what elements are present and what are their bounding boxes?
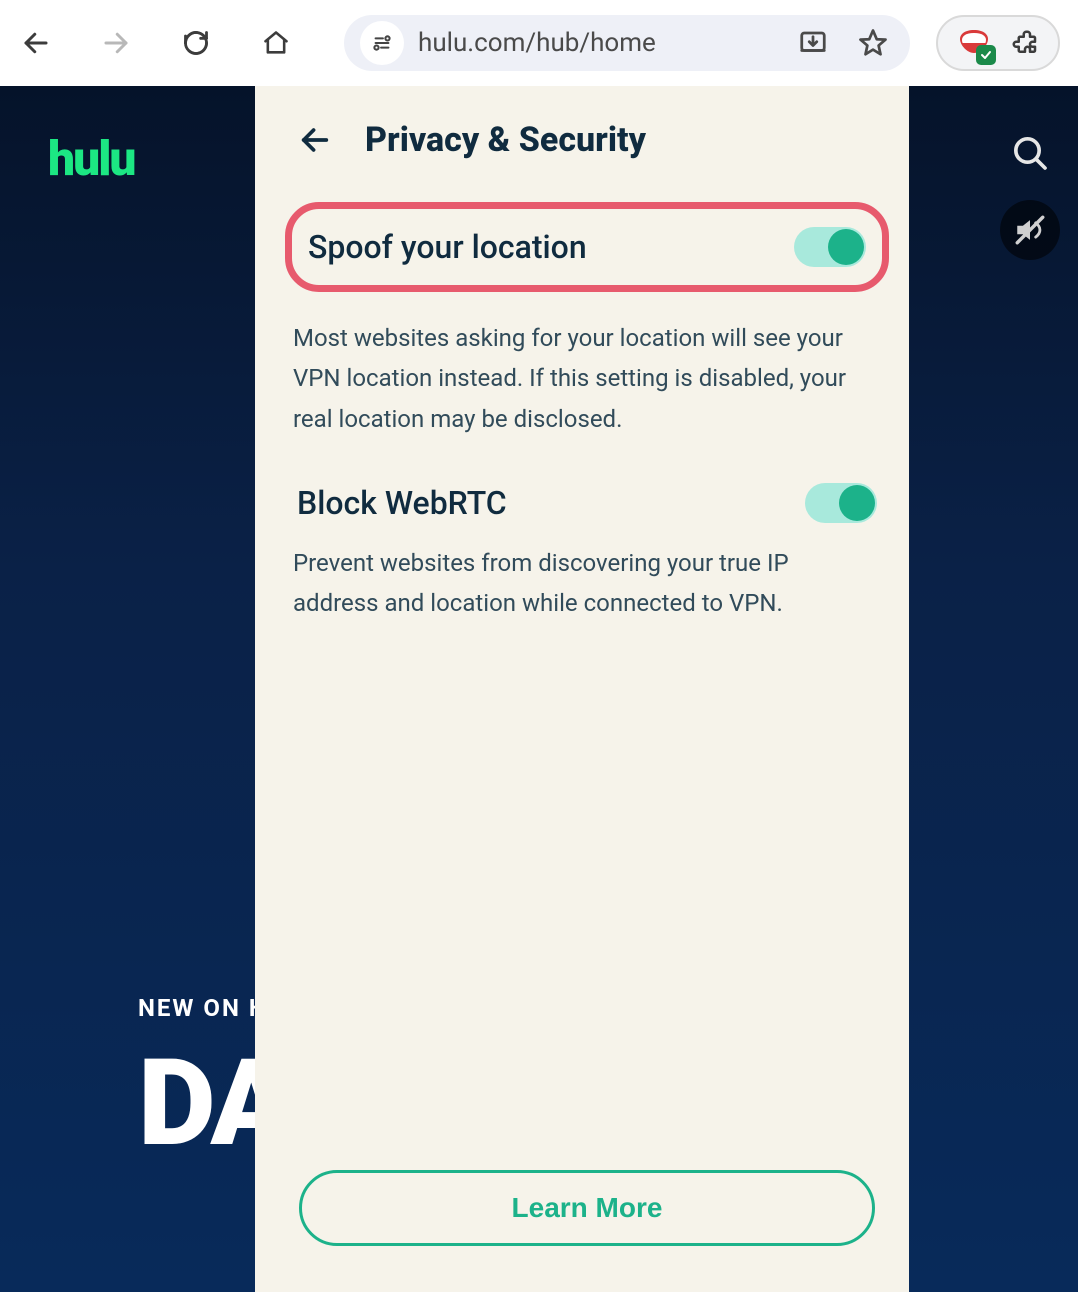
nav-button-group <box>18 25 294 61</box>
learn-more-button[interactable]: Learn More <box>299 1170 875 1246</box>
popup-title: Privacy & Security <box>365 120 646 160</box>
vpn-extension-popup: Privacy & Security Spoof your location M… <box>255 86 909 1292</box>
spoof-location-description: Most websites asking for your location w… <box>293 318 853 439</box>
block-webrtc-description: Prevent websites from discovering your t… <box>293 543 853 624</box>
toggle-knob <box>839 485 875 521</box>
popup-back-button[interactable] <box>295 120 335 160</box>
home-button[interactable] <box>258 25 294 61</box>
reload-button[interactable] <box>178 25 214 61</box>
block-webrtc-row: Block WebRTC <box>293 475 881 531</box>
popup-header: Privacy & Security <box>285 120 889 160</box>
page-body: hulu NEW ON H DA Privacy & Security Spoo… <box>0 86 1078 1292</box>
mute-icon[interactable] <box>1000 200 1060 260</box>
hero-eyebrow: NEW ON H <box>138 994 268 1022</box>
address-bar[interactable]: hulu.com/hub/home <box>344 15 910 71</box>
search-icon[interactable] <box>1003 126 1057 180</box>
spoof-location-block: Most websites asking for your location w… <box>293 306 881 439</box>
vpn-extension-icon[interactable] <box>956 25 992 61</box>
block-webrtc-toggle[interactable] <box>805 483 877 523</box>
hulu-logo[interactable]: hulu <box>48 130 134 187</box>
extensions-group <box>936 15 1060 71</box>
extensions-puzzle-icon[interactable] <box>1010 28 1040 58</box>
vpn-connected-badge-icon <box>976 45 996 65</box>
back-button[interactable] <box>18 25 54 61</box>
bookmark-star-icon[interactable] <box>858 28 888 58</box>
url-text: hulu.com/hub/home <box>418 28 784 58</box>
site-info-icon[interactable] <box>360 21 404 65</box>
browser-toolbar: hulu.com/hub/home <box>0 0 1078 86</box>
spoof-location-row: Spoof your location <box>308 227 866 267</box>
url-actions <box>798 28 894 58</box>
block-webrtc-label: Block WebRTC <box>297 484 507 522</box>
install-app-icon[interactable] <box>798 28 828 58</box>
page-top-right <box>1000 126 1060 260</box>
block-webrtc-block: Block WebRTC Prevent websites from disco… <box>293 475 881 624</box>
forward-button[interactable] <box>98 25 134 61</box>
spoof-location-label: Spoof your location <box>308 228 587 266</box>
toggle-knob <box>828 229 864 265</box>
spoof-location-toggle[interactable] <box>794 227 866 267</box>
spoof-location-highlight: Spoof your location <box>285 202 889 292</box>
